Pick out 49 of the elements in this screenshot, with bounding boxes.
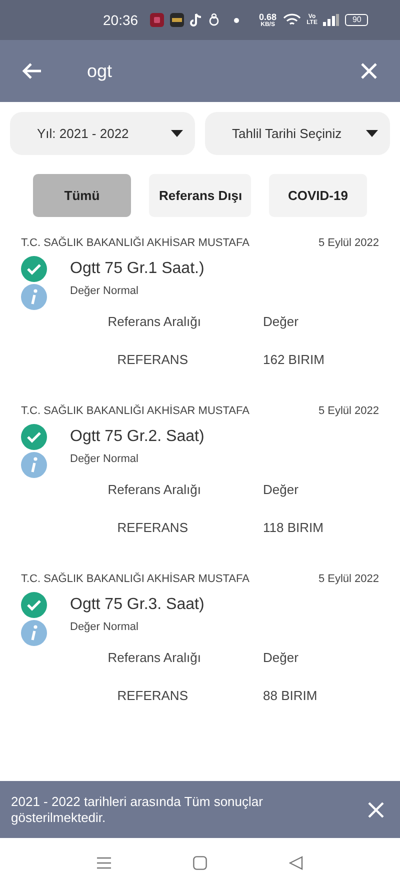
- institution-name: T.C. SAĞLIK BAKANLIĞI AKHİSAR MUSTAFA: [21, 405, 250, 417]
- table-cell-text: REFERANS: [116, 352, 189, 367]
- table-cell-text: 162 BIRIM: [262, 352, 326, 367]
- clock: 20:36: [103, 12, 138, 28]
- result-date: 5 Eylül 2022: [318, 405, 379, 417]
- column-header: Referans Aralığı: [106, 650, 202, 665]
- table-cell-text: REFERANS: [116, 688, 189, 703]
- home-icon: [193, 856, 207, 870]
- info-icon: [21, 620, 47, 646]
- table-cell-text: REFERANS: [116, 520, 189, 535]
- status-text: Değer Normal: [70, 621, 138, 633]
- note-icon: [190, 13, 202, 27]
- column-header: Değer: [262, 482, 300, 497]
- filter-tab[interactable]: Referans Dışı: [149, 174, 251, 217]
- status-text: Değer Normal: [70, 285, 138, 297]
- result-date: 5 Eylül 2022: [318, 237, 379, 249]
- result-date: 5 Eylül 2022: [318, 573, 379, 585]
- column-header: Değer: [262, 314, 300, 329]
- table-cell-text: 88 BIRIM: [262, 688, 318, 703]
- column-header: Değer: [262, 650, 300, 665]
- network-speed: 0.68: [259, 12, 277, 22]
- column-header: Referans Aralığı: [106, 314, 202, 329]
- filter-tab[interactable]: Tümü: [33, 174, 131, 217]
- dot-icon: [234, 18, 240, 22]
- search-bar[interactable]: ogt: [0, 40, 400, 102]
- close-icon: [368, 802, 384, 818]
- dropdown[interactable]: Tahlil Tarihi Seçiniz: [205, 112, 390, 155]
- test-name[interactable]: Ogtt 75 Gr.1 Saat.): [70, 260, 204, 278]
- signal-icon: [323, 14, 340, 26]
- institution-name: T.C. SAĞLIK BAKANLIĞI AKHİSAR MUSTAFA: [21, 237, 250, 249]
- close-icon: [360, 62, 378, 80]
- battery-level: 90: [345, 14, 368, 26]
- snackbar-message: 2021 - 2022 tarihleri arasında Tüm sonuçlar gösterilmektedir.: [11, 794, 264, 826]
- info-icon: [21, 452, 47, 478]
- back-icon: [289, 856, 303, 870]
- institution-name: T.C. SAĞLIK BAKANLIĞI AKHİSAR MUSTAFA: [21, 573, 250, 585]
- wifi-icon: [282, 13, 301, 27]
- table-cell-text: 118 BIRIM: [262, 520, 324, 535]
- caret-icon: [171, 130, 183, 137]
- status-text: Değer Normal: [70, 453, 138, 465]
- menu-icon: [97, 857, 111, 869]
- test-name[interactable]: Ogtt 75 Gr.3. Saat): [70, 596, 204, 614]
- info-icon: [21, 284, 47, 310]
- back-arrow-icon: [22, 62, 42, 80]
- test-name[interactable]: Ogtt 75 Gr.2. Saat): [70, 428, 204, 446]
- filter-tab[interactable]: COVID-19: [269, 174, 367, 217]
- column-header: Referans Aralığı: [106, 482, 202, 497]
- caret-icon: [366, 130, 378, 137]
- dropdown[interactable]: Yıl: 2021 - 2022: [10, 112, 195, 155]
